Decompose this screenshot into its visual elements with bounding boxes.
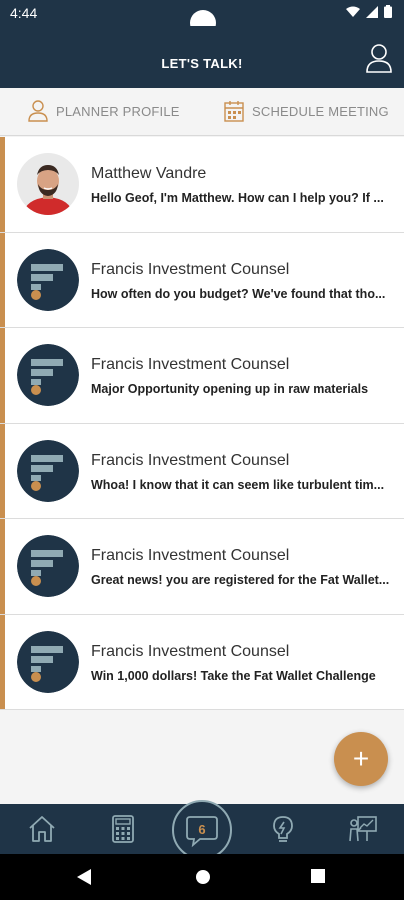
user-profile-icon[interactable] xyxy=(364,42,394,74)
app-screen: 4:44 LET'S TALK! PLANNER PROFILE SCHEDUL… xyxy=(0,0,404,900)
calculator-icon[interactable] xyxy=(108,814,138,844)
new-message-button[interactable]: + xyxy=(334,732,388,786)
conversation-name: Francis Investment Counsel xyxy=(91,547,290,564)
avatar xyxy=(17,535,79,597)
schedule-meeting-button[interactable]: SCHEDULE MEETING xyxy=(224,100,389,122)
chat-tab-button[interactable]: 6 xyxy=(172,800,232,860)
conversation-name: Francis Investment Counsel xyxy=(91,642,290,660)
back-icon[interactable] xyxy=(76,868,92,886)
fic-logo-icon xyxy=(17,439,79,502)
unread-accent-bar xyxy=(0,614,5,709)
conversation-row[interactable]: Francis Investment Counsel Great news! y… xyxy=(0,519,404,615)
system-nav-bar xyxy=(0,854,404,900)
unread-accent-bar xyxy=(0,423,5,518)
wifi-icon xyxy=(346,6,360,17)
conversation-preview: Win 1,000 dollars! Take the Fat Wallet C… xyxy=(91,668,376,683)
conversation-list: Matthew Vandre Hello Geof, I'm Matthew. … xyxy=(0,137,404,710)
calendar-icon xyxy=(224,101,244,122)
presentation-icon[interactable] xyxy=(348,814,378,844)
conversation-name: Francis Investment Counsel xyxy=(91,356,290,373)
conversation-preview: Hello Geof, I'm Matthew. How can I help … xyxy=(91,191,384,205)
recents-icon[interactable] xyxy=(310,868,326,884)
conversation-row[interactable]: Francis Investment Counsel How often do … xyxy=(0,232,404,328)
lightbulb-icon[interactable] xyxy=(268,814,298,844)
conversation-row[interactable]: Francis Investment Counsel Whoa! I know … xyxy=(0,423,404,519)
conversation-row[interactable]: Francis Investment Counsel Major Opportu… xyxy=(0,328,404,424)
bottom-nav: 6 xyxy=(0,800,404,860)
conversation-name: Francis Investment Counsel xyxy=(91,451,290,469)
home-button-icon[interactable] xyxy=(194,868,212,886)
status-icons xyxy=(346,5,392,18)
conversation-row[interactable]: Matthew Vandre Hello Geof, I'm Matthew. … xyxy=(0,137,404,233)
avatar xyxy=(17,630,79,693)
unread-count-badge: 6 xyxy=(198,822,206,837)
unread-accent-bar xyxy=(0,519,5,614)
home-icon[interactable] xyxy=(27,814,57,844)
action-bar: PLANNER PROFILE SCHEDULE MEETING xyxy=(0,88,404,136)
fic-logo-icon xyxy=(17,630,79,693)
unread-accent-bar xyxy=(0,328,5,423)
signal-icon xyxy=(366,5,378,18)
planner-profile-label: PLANNER PROFILE xyxy=(56,103,180,119)
conversation-name: Matthew Vandre xyxy=(91,165,207,182)
avatar xyxy=(17,344,79,406)
conversation-preview: Whoa! I know that it can seem like turbu… xyxy=(91,477,385,492)
schedule-meeting-label: SCHEDULE MEETING xyxy=(252,103,389,119)
conversation-preview: Major Opportunity opening up in raw mate… xyxy=(91,382,369,396)
status-time: 4:44 xyxy=(10,5,38,21)
fic-logo-icon xyxy=(17,248,79,311)
avatar xyxy=(17,439,79,502)
conversation-row[interactable]: Francis Investment Counsel Win 1,000 dol… xyxy=(0,614,404,710)
fic-logo-icon xyxy=(17,535,79,597)
unread-accent-bar xyxy=(0,232,5,327)
page-title: LET'S TALK! xyxy=(161,56,243,71)
conversation-preview: Great news! you are registered for the F… xyxy=(91,573,390,587)
avatar xyxy=(17,248,79,311)
fic-logo-icon xyxy=(17,344,79,406)
conversation-name: Francis Investment Counsel xyxy=(91,260,290,278)
app-header: LET'S TALK! xyxy=(0,26,404,100)
planner-profile-button[interactable]: PLANNER PROFILE xyxy=(28,100,180,122)
unread-accent-bar xyxy=(0,137,5,232)
person-icon xyxy=(28,100,48,122)
battery-icon xyxy=(384,5,392,18)
person-photo-icon xyxy=(17,153,79,215)
conversation-preview: How often do you budget? We've found tha… xyxy=(91,286,386,301)
avatar xyxy=(17,153,79,215)
